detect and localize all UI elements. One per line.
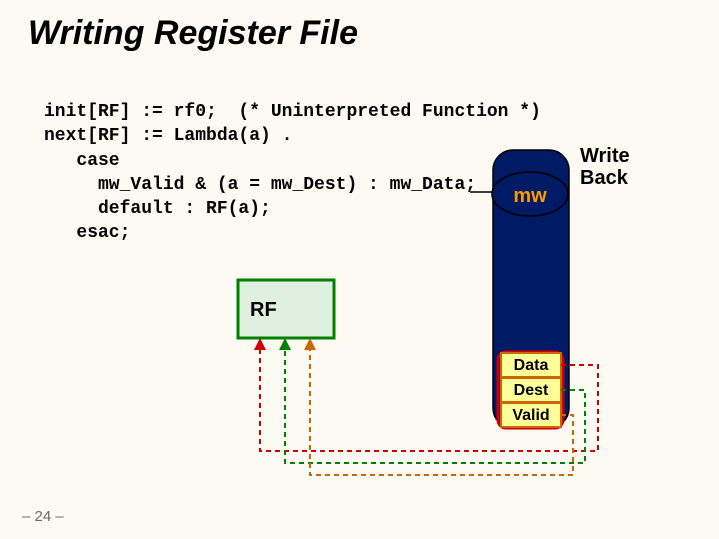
dest-label: Dest: [514, 382, 549, 399]
rf-label: RF: [250, 299, 277, 321]
data-label: Data: [514, 357, 549, 374]
valid-label: Valid: [512, 407, 549, 424]
page-number: – 24 –: [22, 508, 64, 525]
dest-arrowhead: [279, 338, 291, 350]
data-arrowhead: [254, 338, 266, 350]
writeback-label-2: Back: [580, 167, 629, 189]
diagram-svg: Write Back mw RF Data Dest Valid: [0, 0, 719, 539]
valid-arrowhead: [304, 338, 316, 350]
writeback-label-1: Write: [580, 145, 630, 167]
stage-mw-label: mw: [513, 185, 547, 207]
